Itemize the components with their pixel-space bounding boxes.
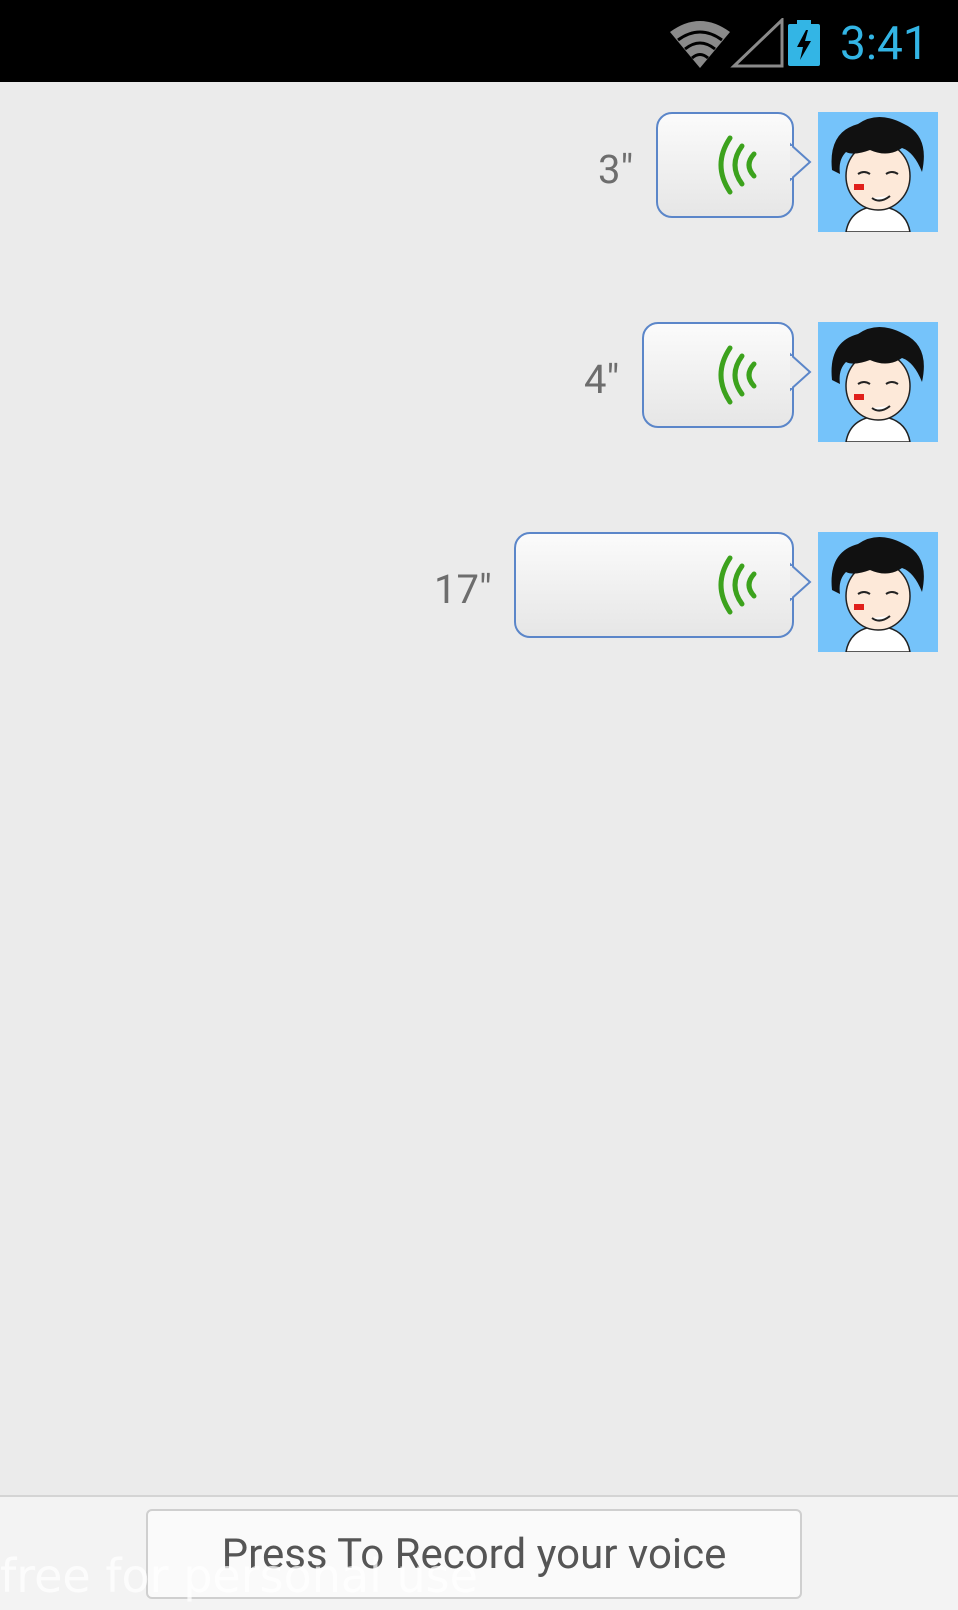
message-duration: 17" bbox=[434, 566, 492, 613]
chat-area[interactable]: 3" 4" 17" bbox=[0, 82, 958, 1495]
message-duration: 3" bbox=[598, 146, 634, 193]
status-bar: 3:41 bbox=[0, 0, 958, 82]
voice-message[interactable]: 3" bbox=[0, 112, 958, 232]
bubble-tail bbox=[790, 562, 812, 602]
voice-wave-icon bbox=[718, 345, 757, 405]
user-avatar[interactable] bbox=[818, 532, 938, 652]
voice-message[interactable]: 4" bbox=[0, 322, 958, 442]
voice-wave-icon bbox=[718, 555, 757, 615]
bubble-tail bbox=[790, 352, 812, 392]
battery-charging-icon bbox=[788, 20, 820, 66]
message-duration: 4" bbox=[584, 356, 620, 403]
bubble-tail bbox=[790, 142, 812, 182]
wifi-icon bbox=[670, 21, 730, 68]
user-avatar[interactable] bbox=[818, 322, 938, 442]
voice-wave-icon bbox=[718, 135, 757, 195]
user-avatar[interactable] bbox=[818, 112, 938, 232]
voice-message[interactable]: 17" bbox=[0, 532, 958, 652]
clock: 3:41 bbox=[840, 17, 929, 71]
cell-signal-icon bbox=[730, 18, 784, 68]
watermark-text: free for personal use bbox=[0, 1549, 478, 1603]
